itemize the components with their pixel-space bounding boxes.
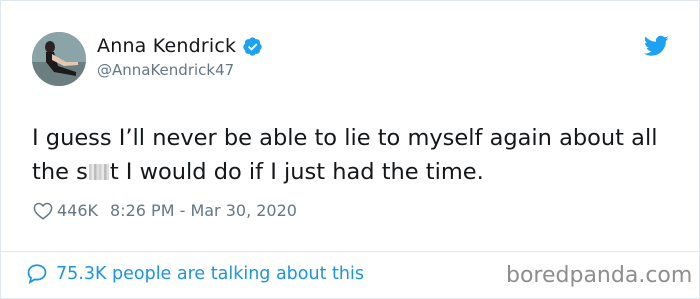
- divider: [1, 251, 700, 252]
- watermark: boredpanda.com: [506, 263, 693, 288]
- tweet-meta: 446K 8:26 PM - Mar 30, 2020: [33, 201, 297, 220]
- speech-bubble-icon: [27, 264, 47, 284]
- avatar-image: [32, 32, 86, 86]
- handle[interactable]: @AnnaKendrick47: [97, 61, 234, 79]
- conversation-link[interactable]: 75.3K people are talking about this: [26, 263, 364, 284]
- like-count[interactable]: 446K: [57, 201, 98, 220]
- censor-blur: [88, 164, 109, 180]
- verified-badge-icon: [243, 36, 262, 56]
- heart-icon[interactable]: [33, 202, 53, 220]
- talking-count-text[interactable]: 75.3K people are talking about this: [56, 264, 364, 284]
- avatar[interactable]: [32, 32, 86, 86]
- author-name-row: Anna Kendrick: [97, 35, 263, 57]
- tweet-text: I guess I’ll never be able to lie to mys…: [32, 121, 682, 189]
- tweet-text-part-2: t I would do if I just had the time.: [109, 159, 484, 185]
- display-name[interactable]: Anna Kendrick: [97, 35, 236, 57]
- tweet-card: Anna Kendrick @AnnaKendrick47 I guess I’…: [0, 0, 700, 299]
- twitter-bird-icon[interactable]: [644, 35, 669, 57]
- timestamp[interactable]: 8:26 PM - Mar 30, 2020: [110, 201, 297, 220]
